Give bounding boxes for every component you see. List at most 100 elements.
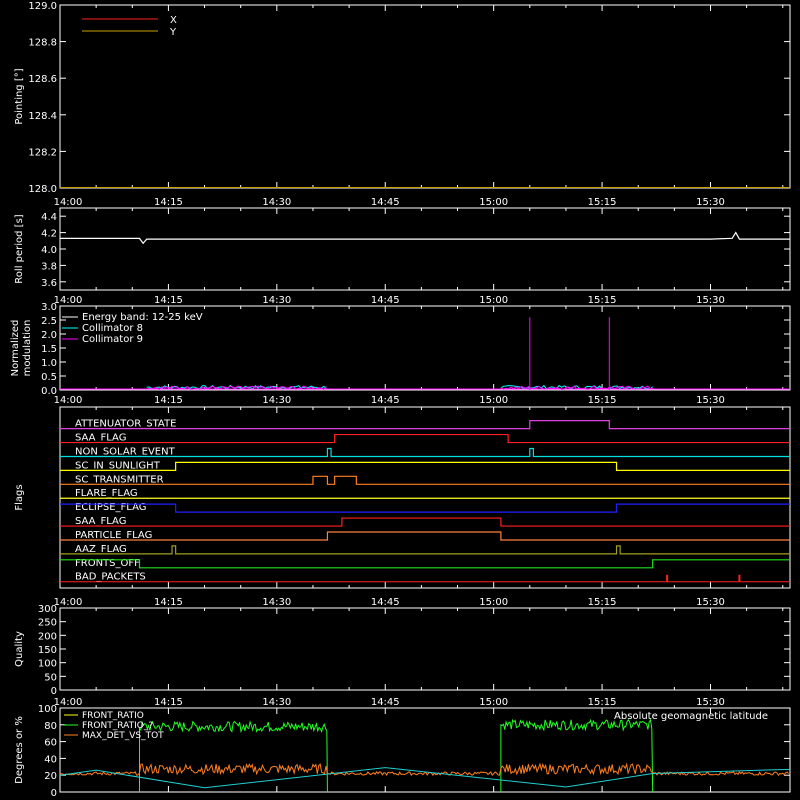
y-tick-label: 2.5 (41, 316, 57, 327)
flag-label: ATTENUATOR_STATE (75, 419, 176, 430)
rhessi-observing-summary: 14:00 14:15 14:30 14:45 15:00 15:15 15:30 128.0… (10, 1, 791, 799)
y-tick-label: 60 (44, 738, 57, 749)
y-tick-label: 2.0 (41, 330, 57, 341)
y-tick-label: 20 (44, 771, 57, 782)
y-tick-label: 0.5 (41, 372, 57, 383)
flag-line (60, 461, 790, 472)
x-tick-label: 14:45 (371, 197, 400, 208)
legend-label: Y (169, 27, 177, 38)
x-tick-label: 14:15 (154, 395, 183, 406)
y-tick-label: 50 (44, 672, 57, 683)
x-tick-label: 14:45 (371, 295, 400, 306)
y-tick-label: 0.0 (41, 386, 57, 397)
front-ratio-series (500, 718, 654, 793)
y-tick-label: 128.4 (28, 111, 57, 122)
x-tick-label: 15:30 (696, 597, 725, 608)
y-tick-label: 3.6 (41, 278, 57, 289)
x-tick-label: 14:30 (262, 395, 291, 406)
x-tick-label: 14:00 (54, 295, 83, 306)
y-tick-label: 150 (38, 645, 57, 656)
x-tick-label: 14:00 (54, 597, 83, 608)
y-tick-label: 4.0 (41, 245, 57, 256)
legend-label: X (170, 15, 177, 26)
flag-label: SC_TRANSMITTER (75, 474, 164, 485)
flag-label: BAD_PACKETS (75, 572, 146, 583)
flag-line (60, 559, 790, 569)
y-tick-label: 80 (44, 721, 57, 732)
flag-line (60, 433, 790, 444)
x-tick-label: 15:00 (479, 597, 508, 608)
x-tick-label: 15:15 (588, 197, 617, 208)
panel-frame (59, 607, 791, 691)
x-tick-label: 15:00 (479, 295, 508, 306)
x-tick-label: 14:00 (54, 697, 83, 708)
flag-line (60, 517, 790, 527)
y-axis-label: Pointing [°] (14, 68, 25, 124)
geomagnetic-latitude-series (59, 767, 791, 789)
x-tick-label: 14:30 (262, 197, 291, 208)
x-tick-label: 14:45 (371, 597, 400, 608)
flag-line (60, 475, 790, 485)
flag-line (60, 503, 790, 513)
flag-label: PARTICLE_FLAG (75, 530, 152, 541)
y-tick-label: 129.0 (28, 1, 57, 12)
y-tick-label: 100 (38, 659, 57, 670)
y-tick-label: 1.0 (41, 358, 57, 369)
y-axis-label: modulation (22, 320, 33, 377)
x-tick-label: 15:15 (588, 395, 617, 406)
y-tick-label: 128.8 (28, 38, 57, 49)
y-tick-label: 128.6 (28, 74, 57, 85)
x-tick-label: 15:15 (588, 697, 617, 708)
x-tick-label: 15:00 (479, 197, 508, 208)
x-tick-label: 14:30 (262, 697, 291, 708)
flag-label: SC_IN_SUNLIGHT (75, 460, 161, 471)
x-tick-label: 14:30 (262, 597, 291, 608)
flag-label: SAA_FLAG (75, 516, 126, 527)
x-tick-label: 15:30 (696, 295, 725, 306)
x-tick-label: 14:15 (154, 597, 183, 608)
x-tick-label: 15:30 (696, 395, 725, 406)
x-tick-label: 14:15 (154, 197, 183, 208)
y-tick-label: 3.8 (41, 261, 57, 272)
y-tick-label: 0 (51, 788, 57, 799)
y-tick-label: 0 (51, 686, 57, 697)
y-axis-label: Normalized (10, 320, 21, 377)
x-tick-label: 15:00 (479, 395, 508, 406)
y-tick-label: 128.0 (28, 184, 57, 195)
y-axis-label: Flags (14, 484, 25, 510)
y-axis-label: Degrees or % (14, 716, 25, 784)
flag-label: AAZ_FLAG (75, 544, 127, 555)
x-tick-label: 14:00 (54, 197, 83, 208)
panel-frame (59, 207, 791, 291)
x-tick-label: 14:15 (154, 295, 183, 306)
x-tick-label: 15:00 (479, 697, 508, 708)
legend-label: FRONT_RATIO_? (82, 721, 153, 731)
y-axis-label: Quality (14, 631, 25, 667)
y-axis-label: Roll period [s] (14, 214, 25, 283)
x-tick-label: 14:30 (262, 295, 291, 306)
flag-line (60, 545, 790, 555)
y-tick-label: 128.2 (28, 147, 57, 158)
x-tick-label: 14:45 (371, 395, 400, 406)
x-tick-label: 14:00 (54, 395, 83, 406)
flag-label: NON_SOLAR_EVENT (75, 446, 176, 457)
legend-label: Collimator 9 (82, 334, 143, 345)
y-tick-label: 300 (38, 604, 57, 615)
x-tick-label: 15:30 (696, 697, 725, 708)
y-tick-label: 40 (44, 754, 57, 765)
legend-label: MAX_DET_VS_TOT (82, 731, 164, 741)
flag-label: FLARE_FLAG (75, 488, 138, 499)
x-tick-label: 15:15 (588, 295, 617, 306)
y-tick-label: 4.2 (41, 229, 57, 240)
max-det-series (59, 762, 789, 777)
flag-line (60, 531, 790, 541)
geomagnetic-annotation: Absolute geomagnetic latitude (614, 711, 768, 722)
legend-label: FRONT_RATIO (82, 711, 144, 721)
legend-label: Collimator 8 (82, 323, 143, 334)
y-tick-label: 4.4 (41, 212, 57, 223)
y-tick-label: 200 (38, 631, 57, 642)
legend-label: Energy band: 12-25 keV (82, 312, 203, 323)
x-tick-label: 15:30 (696, 197, 725, 208)
y-tick-label: 1.5 (41, 344, 57, 355)
x-tick-label: 14:45 (371, 697, 400, 708)
